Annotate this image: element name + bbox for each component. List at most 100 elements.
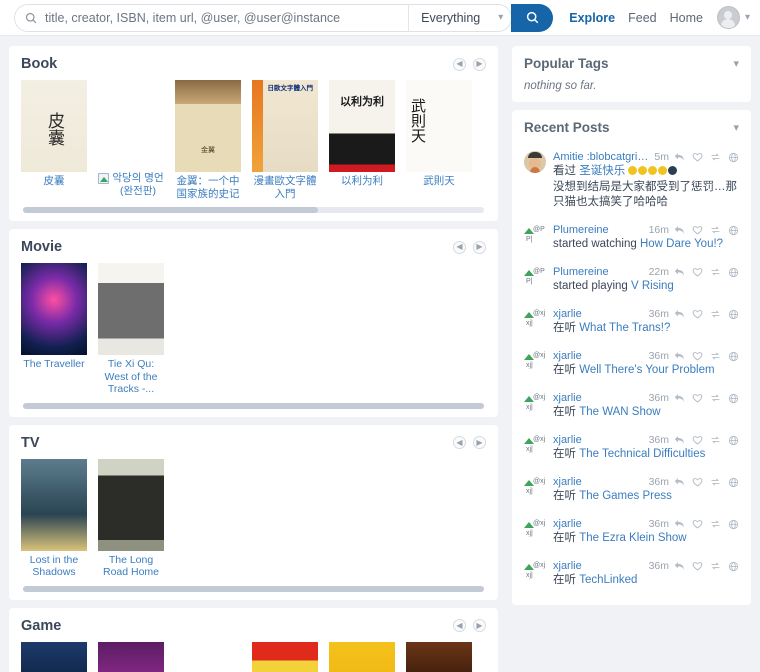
boost-icon[interactable] (710, 561, 721, 572)
post-item[interactable]: @xjxj|xjarlie36m在听 The Games Press (524, 469, 739, 511)
item-cover-art[interactable] (21, 642, 87, 672)
gallery-scrollbar-thumb[interactable] (23, 207, 318, 213)
reply-icon[interactable] (674, 351, 685, 362)
gallery-item[interactable] (21, 642, 87, 672)
reply-icon[interactable] (674, 309, 685, 320)
avatar[interactable]: @xjxj| (524, 434, 546, 456)
globe-icon[interactable] (728, 393, 739, 404)
item-label[interactable]: 以利为利 (329, 175, 395, 188)
post-target-link[interactable]: TechLinked (579, 574, 637, 586)
gallery-item[interactable]: 악당의 명언(완전판) (98, 80, 164, 197)
item-label[interactable]: 皮囊 (21, 175, 87, 188)
avatar[interactable]: @PP| (524, 224, 546, 246)
boost-icon[interactable] (710, 225, 721, 236)
item-broken-label[interactable]: 악당의 명언(완전판) (98, 172, 164, 197)
post-username[interactable]: xjarlie (553, 392, 644, 404)
post-item[interactable]: @xjxj|xjarlie36m在听 The WAN Show (524, 385, 739, 427)
boost-icon[interactable] (710, 519, 721, 530)
gallery-item[interactable] (329, 642, 395, 672)
post-target-link[interactable]: V Rising (631, 280, 674, 292)
gallery-item[interactable]: 皮囊 (21, 80, 87, 188)
gallery-item[interactable]: 漫畫歐文字體入門 (252, 80, 318, 200)
gallery-prev-button[interactable]: ◀ (453, 436, 466, 449)
item-label[interactable]: The Long Road Home (98, 554, 164, 579)
nav-link-home[interactable]: Home (670, 11, 703, 25)
globe-icon[interactable] (728, 152, 739, 163)
reply-icon[interactable] (674, 477, 685, 488)
post-target-link[interactable]: The WAN Show (579, 406, 660, 418)
item-cover-art[interactable] (329, 642, 395, 672)
globe-icon[interactable] (728, 309, 739, 320)
avatar[interactable]: @xjxj| (524, 560, 546, 582)
post-username[interactable]: Plumereine (553, 224, 644, 236)
heart-icon[interactable] (692, 351, 703, 362)
globe-icon[interactable] (728, 561, 739, 572)
post-username[interactable]: xjarlie (553, 308, 644, 320)
post-username[interactable]: xjarlie (553, 350, 644, 362)
post-item[interactable]: @xjxj|xjarlie36m在听 TechLinked (524, 553, 739, 595)
post-target-link[interactable]: The Technical Difficulties (579, 448, 705, 460)
reply-icon[interactable] (674, 519, 685, 530)
post-username[interactable]: xjarlie (553, 476, 644, 488)
heart-icon[interactable] (692, 477, 703, 488)
post-username[interactable]: xjarlie (553, 560, 644, 572)
globe-icon[interactable] (728, 267, 739, 278)
post-item[interactable]: @xjxj|xjarlie36m在听 What The Trans!? (524, 301, 739, 343)
globe-icon[interactable] (728, 225, 739, 236)
item-cover-art[interactable] (21, 80, 87, 172)
gallery-item[interactable]: The Traveller (21, 263, 87, 371)
nav-link-feed[interactable]: Feed (628, 11, 657, 25)
avatar[interactable]: @xjxj| (524, 308, 546, 330)
post-item[interactable]: @xjxj|xjarlie36m在听 The Ezra Klein Show (524, 511, 739, 553)
gallery-item[interactable] (98, 642, 164, 672)
popular-tags-header[interactable]: Popular Tags ▾ (524, 56, 739, 71)
post-target-link[interactable]: How Dare You!? (640, 238, 723, 250)
post-username[interactable]: Amitie :blobcatgrimacing: (553, 151, 649, 163)
nav-link-explore[interactable]: Explore (569, 11, 615, 25)
heart-icon[interactable] (692, 435, 703, 446)
item-cover-art[interactable] (252, 642, 318, 672)
recent-posts-header[interactable]: Recent Posts ▾ (524, 120, 739, 135)
gallery-scrollbar[interactable] (23, 207, 484, 213)
boost-icon[interactable] (710, 152, 721, 163)
user-avatar[interactable] (717, 6, 740, 29)
heart-icon[interactable] (692, 152, 703, 163)
heart-icon[interactable] (692, 519, 703, 530)
avatar[interactable]: @PP| (524, 266, 546, 288)
post-item[interactable]: @PP|Plumereine16mstarted watching How Da… (524, 217, 739, 259)
gallery-prev-button[interactable]: ◀ (453, 241, 466, 254)
item-label[interactable]: 漫畫歐文字體入門 (252, 175, 318, 200)
item-cover-art[interactable] (175, 80, 241, 172)
item-cover-art[interactable] (98, 459, 164, 551)
item-label[interactable]: 金翼：一个中国家族的史记 (175, 175, 241, 200)
globe-icon[interactable] (728, 477, 739, 488)
gallery-item[interactable] (175, 642, 241, 672)
globe-icon[interactable] (728, 435, 739, 446)
gallery-item[interactable]: 金翼：一个中国家族的史记 (175, 80, 241, 200)
heart-icon[interactable] (692, 267, 703, 278)
gallery-scrollbar-thumb[interactable] (23, 403, 484, 409)
gallery-prev-button[interactable]: ◀ (453, 619, 466, 632)
globe-icon[interactable] (728, 519, 739, 530)
post-target-link[interactable]: Well There's Your Problem (579, 364, 714, 376)
post-item[interactable]: @xjxj|xjarlie36m在听 The Technical Difficu… (524, 427, 739, 469)
post-item[interactable]: Amitie :blobcatgrimacing:5m看过 圣诞快乐没想到结局是… (524, 144, 739, 217)
gallery-next-button[interactable]: ▶ (473, 619, 486, 632)
boost-icon[interactable] (710, 393, 721, 404)
item-label[interactable]: 武則天 (406, 175, 472, 188)
item-cover-art[interactable] (21, 459, 87, 551)
reply-icon[interactable] (674, 435, 685, 446)
boost-icon[interactable] (710, 309, 721, 320)
post-username[interactable]: xjarlie (553, 518, 644, 530)
item-cover-art[interactable] (406, 642, 472, 672)
reply-icon[interactable] (674, 152, 685, 163)
post-username[interactable]: xjarlie (553, 434, 644, 446)
gallery-scrollbar[interactable] (23, 403, 484, 409)
search-scope-select[interactable]: Everything ▾ (408, 5, 511, 31)
item-cover-art[interactable] (21, 263, 87, 355)
gallery-item[interactable]: Lost in the Shadows (21, 459, 87, 579)
gallery-next-button[interactable]: ▶ (473, 58, 486, 71)
boost-icon[interactable] (710, 477, 721, 488)
gallery-item[interactable] (406, 642, 472, 672)
post-username[interactable]: Plumereine (553, 266, 644, 278)
